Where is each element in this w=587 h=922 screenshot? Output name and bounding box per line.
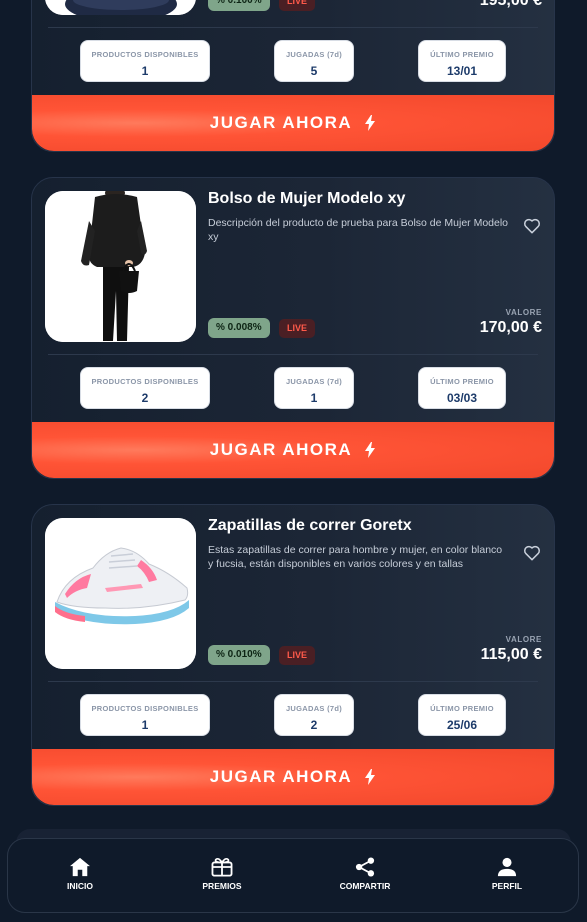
stat-value: 1 [310, 391, 318, 405]
stat-last-prize: ÚLTIMO PREMIO 13/01 [418, 40, 506, 82]
stat-label: JUGADAS (7d) [285, 704, 343, 713]
stat-label: ÚLTIMO PREMIO [430, 704, 494, 713]
product-title[interactable]: Zapatillas de correr Goretx [208, 517, 412, 535]
stat-label: ÚLTIMO PREMIO [430, 50, 494, 59]
play-now-label: JUGAR AHORA [209, 440, 353, 459]
stat-value: 1 [141, 718, 149, 732]
live-badge: LIVE [279, 319, 316, 338]
product-description: Estas zapatillas de correr para hombre y… [208, 544, 503, 570]
stat-value: 5 [310, 64, 318, 78]
stat-value: 1 [141, 64, 149, 78]
product-value: 195,00 € [479, 0, 542, 9]
product-card: Bolso de Mujer Modelo xy Descripción del… [31, 177, 555, 479]
product-image[interactable] [45, 518, 196, 669]
stat-label: JUGADAS (7d) [285, 50, 343, 59]
stat-last-prize: ÚLTIMO PREMIO 25/06 [418, 694, 506, 736]
play-now-label: JUGAR AHORA [209, 767, 353, 786]
product-card: Zapatillas de correr Goretx Estas zapati… [31, 504, 555, 806]
share-icon [355, 857, 375, 877]
percent-badge: % 0.010% [208, 645, 270, 665]
stat-label: JUGADAS (7d) [285, 377, 343, 386]
stat-label: PRODUCTOS DISPONIBLES [91, 377, 199, 386]
stat-last-prize: ÚLTIMO PREMIO 03/03 [418, 367, 506, 409]
live-badge: LIVE [279, 0, 316, 11]
nav-item-inicio[interactable]: INICIO [30, 857, 130, 891]
play-now-button[interactable]: JUGAR AHORA [32, 422, 554, 478]
bottom-navigation: INICIO PREMIOS COMPARTIR PERFIL [7, 838, 579, 913]
nav-item-premios[interactable]: PREMIOS [172, 857, 272, 891]
product-card: % 0.100% LIVE 195,00 € PRODUCTOS DISPONI… [31, 0, 555, 152]
lightning-icon [365, 442, 376, 458]
stat-value: 03/03 [446, 391, 478, 405]
product-description: Descripción del producto de prueba para … [208, 217, 509, 243]
nav-item-compartir[interactable]: COMPARTIR [315, 857, 415, 891]
gift-icon [211, 858, 233, 877]
lightning-icon [365, 115, 376, 131]
stat-value: 2 [141, 391, 149, 405]
product-title[interactable]: Bolso de Mujer Modelo xy [208, 190, 405, 208]
lightning-icon [365, 769, 376, 785]
stat-value: 25/06 [446, 718, 478, 732]
value-label: VALORE [505, 635, 542, 644]
stats-row: PRODUCTOS DISPONIBLES 1 JUGADAS (7d) 5 Ú… [32, 27, 554, 95]
stat-label: ÚLTIMO PREMIO [430, 377, 494, 386]
favorite-heart-icon[interactable] [522, 543, 542, 563]
play-now-button[interactable]: JUGAR AHORA [32, 749, 554, 805]
home-icon [70, 857, 90, 877]
nav-label: PERFIL [491, 881, 523, 891]
nav-label: COMPARTIR [339, 881, 391, 891]
percent-badge: % 0.100% [208, 0, 270, 11]
stat-available-products: PRODUCTOS DISPONIBLES 2 [80, 367, 210, 409]
stats-row: PRODUCTOS DISPONIBLES 1 JUGADAS (7d) 2 Ú… [32, 681, 554, 749]
stat-available-products: PRODUCTOS DISPONIBLES 1 [80, 694, 210, 736]
product-value: 170,00 € [479, 319, 542, 336]
stat-plays-7d: JUGADAS (7d) 5 [274, 40, 354, 82]
product-image[interactable] [45, 0, 196, 15]
nav-label: INICIO [67, 881, 93, 891]
stat-plays-7d: JUGADAS (7d) 2 [274, 694, 354, 736]
product-image[interactable] [45, 191, 196, 342]
nav-label: PREMIOS [202, 881, 242, 891]
stat-label: PRODUCTOS DISPONIBLES [91, 50, 199, 59]
percent-badge: % 0.008% [208, 318, 270, 338]
person-icon [497, 857, 517, 877]
stat-value: 13/01 [446, 64, 478, 78]
stats-row: PRODUCTOS DISPONIBLES 2 JUGADAS (7d) 1 Ú… [32, 354, 554, 422]
favorite-heart-icon[interactable] [522, 216, 542, 236]
stat-available-products: PRODUCTOS DISPONIBLES 1 [80, 40, 210, 82]
product-value: 115,00 € [480, 646, 542, 663]
live-badge: LIVE [279, 646, 316, 665]
value-label: VALORE [505, 308, 542, 317]
stat-plays-7d: JUGADAS (7d) 1 [274, 367, 354, 409]
stat-value: 2 [310, 718, 318, 732]
play-now-label: JUGAR AHORA [209, 113, 353, 132]
play-now-button[interactable]: JUGAR AHORA [32, 95, 554, 151]
stat-label: PRODUCTOS DISPONIBLES [91, 704, 199, 713]
nav-item-perfil[interactable]: PERFIL [457, 857, 557, 891]
